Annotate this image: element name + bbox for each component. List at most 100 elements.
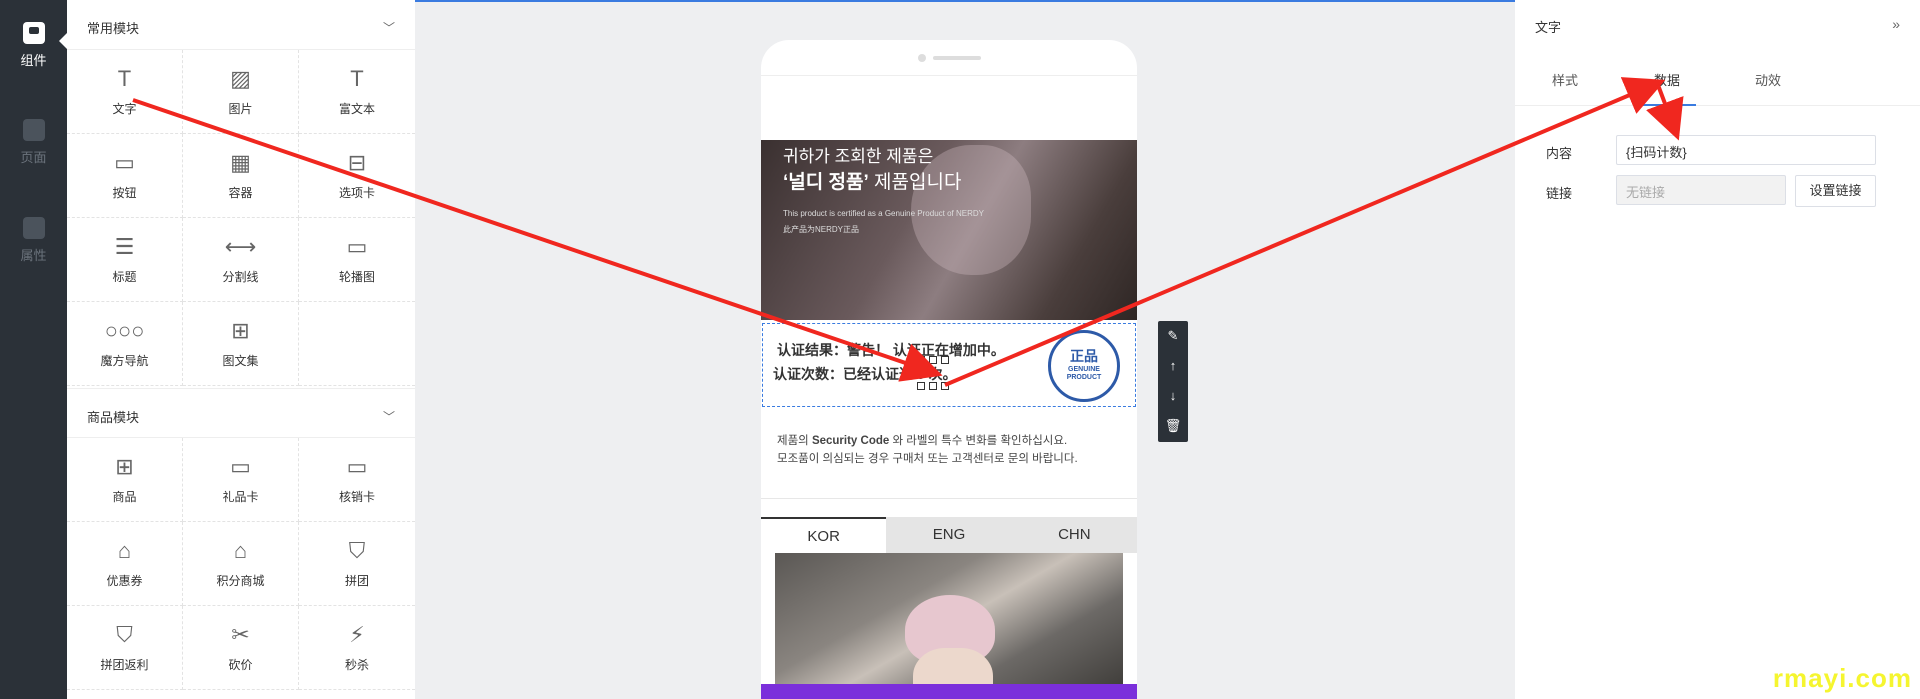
nav-active-pointer <box>59 33 67 49</box>
hero-line-3: This product is certified as a Genuine P… <box>783 209 984 218</box>
module-label: 按钮 <box>112 186 137 200</box>
goods-icon: ⊞ <box>115 454 134 479</box>
desc-line-1-pre: 제품의 <box>777 435 812 447</box>
resize-handle[interactable] <box>941 382 949 390</box>
module-item[interactable]: ⊟ 选项卡 <box>299 134 415 218</box>
cube-nav-icon: ○○○ <box>104 318 145 343</box>
module-item[interactable]: ⛉ 拼团返利 <box>67 606 183 690</box>
desc-line-2: 모조품이 의심되는 경우 구매처 또는 고객센터로 문의 바랍니다. <box>777 453 1078 465</box>
tab-style[interactable]: 样式 <box>1552 70 1578 89</box>
active-tab-underline <box>1636 104 1696 106</box>
module-item[interactable]: ⚡ 秒杀 <box>299 606 415 690</box>
module-label: 魔方导航 <box>100 354 149 368</box>
model-photo <box>775 553 1123 699</box>
result-line-2: 认证次数：已经认证过 0 次。 <box>773 366 957 382</box>
module-item[interactable]: ⊞ 商品 <box>67 438 183 522</box>
flash-sale-icon: ⚡ <box>349 622 365 647</box>
module-label: 轮播图 <box>338 270 375 284</box>
tab-chn[interactable]: CHN <box>1011 517 1137 553</box>
module-label: 礼品卡 <box>222 490 259 504</box>
tab-kor[interactable]: KOR <box>761 517 887 553</box>
verify-card-icon: ▭ <box>346 454 368 479</box>
section-header-common[interactable]: 常用模块 ﹀ <box>67 0 415 50</box>
module-item[interactable]: ⟷ 分割线 <box>183 218 299 302</box>
desc-line-1-post: 와 라벨의 특수 변화를 확인하십시요. <box>889 435 1068 447</box>
resize-handle[interactable] <box>941 356 949 364</box>
hero-banner[interactable]: 귀하가 조회한 제품은 ‘널디 정품’ 제품입니다 This product i… <box>761 140 1137 320</box>
desc-line-1-bold: Security Code <box>811 435 890 447</box>
section-header-goods[interactable]: 商品模块 ﹀ <box>67 388 415 438</box>
resize-handle[interactable] <box>929 356 937 364</box>
module-item[interactable]: ⊞ 图文集 <box>183 302 299 386</box>
resize-handle[interactable] <box>917 382 925 390</box>
module-item[interactable]: T 文字 <box>67 50 183 134</box>
module-item[interactable]: T 富文本 <box>299 50 415 134</box>
phone-preview: 귀하가 조회한 제품은 ‘널디 정품’ 제품입니다 This product i… <box>761 40 1137 699</box>
module-item[interactable]: ☰ 标题 <box>67 218 183 302</box>
seal-sub-2: PRODUCT <box>1066 374 1102 381</box>
module-label: 富文本 <box>338 102 375 116</box>
tab-animation[interactable]: 动效 <box>1755 70 1781 89</box>
desc-line-1: 제품의 Security Code 와 라벨의 특수 변화를 확인하십시요. <box>777 432 1122 450</box>
delete-icon[interactable]: 🗑 <box>1158 411 1188 441</box>
group-buy-icon: ⛉ <box>348 538 366 563</box>
link-input[interactable]: 无链接 <box>1616 175 1786 205</box>
module-item[interactable]: ▭ 轮播图 <box>299 218 415 302</box>
module-item[interactable]: ⛉ 拼团 <box>299 522 415 606</box>
hero-line-2-bold: ‘널디 정품’ <box>783 172 869 193</box>
tab-data[interactable]: 数据 <box>1654 70 1680 89</box>
nav-item-properties[interactable]: 属性 <box>0 195 67 265</box>
move-down-icon[interactable]: ↓ <box>1158 381 1188 411</box>
module-item[interactable]: ▭ 按钮 <box>67 134 183 218</box>
tab-icon: ⊟ <box>347 150 367 175</box>
common-module-grid: T 文字 ▨ 图片 T 富文本 ▭ 按钮 ▦ 容器 ⊟ 选项卡 ☰ 标题 ⟷ 分割线 ▭ 轮播图 ○○○ 魔方导航 ⊞ 图… <box>67 50 415 386</box>
content-input[interactable]: {扫码计数} <box>1616 135 1876 165</box>
hero-line-4: 此产品为NERDY正品 <box>783 225 860 234</box>
nav-item-label: 属性 <box>20 248 47 263</box>
image-icon: ▨ <box>230 66 251 91</box>
module-item[interactable]: ⌂ 优惠券 <box>67 522 183 606</box>
camera-dot <box>918 54 926 62</box>
page-icon <box>22 119 45 141</box>
module-label: 优惠券 <box>106 574 143 588</box>
module-label: 图片 <box>228 102 253 116</box>
divider-icon: ⟷ <box>224 234 257 259</box>
tab-eng[interactable]: ENG <box>886 517 1012 553</box>
title-icon: ☰ <box>114 234 135 259</box>
module-label: 积分商城 <box>216 574 265 588</box>
bargain-icon: ✂ <box>231 622 250 647</box>
watermark: rmayi.com <box>1772 663 1912 693</box>
set-link-button[interactable]: 设置链接 <box>1795 175 1876 207</box>
property-tabs: 样式 数据 动效 <box>1515 56 1920 106</box>
property-icon <box>22 217 45 239</box>
nav-item-components[interactable]: 组件 <box>0 0 67 70</box>
coupon-icon: ⌂ <box>117 538 132 563</box>
resize-handle[interactable] <box>929 382 937 390</box>
seal-main: 正品 <box>1070 348 1098 364</box>
module-item[interactable]: ✂ 砍价 <box>183 606 299 690</box>
module-item[interactable]: ▦ 容器 <box>183 134 299 218</box>
verification-result-block[interactable]: 认证结果：警告！ 认证正在增加中。 认证次数：已经认证过 0 次。 正品 GEN… <box>762 323 1136 407</box>
module-label: 核销卡 <box>338 490 375 504</box>
hero-line-2: ‘널디 정품’ 제품입니다 <box>783 167 961 194</box>
module-label: 容器 <box>228 186 253 200</box>
hero-line-2-rest: 제품입니다 <box>868 172 962 193</box>
speaker-bar <box>933 56 981 60</box>
module-label: 拼团 <box>344 574 369 588</box>
module-item[interactable]: ⌂ 积分商城 <box>183 522 299 606</box>
module-item[interactable]: ▭ 核销卡 <box>299 438 415 522</box>
nav-item-label: 组件 <box>20 53 47 68</box>
module-label: 砍价 <box>228 658 253 672</box>
chevron-down-icon: ﹀ <box>382 410 395 424</box>
nav-item-pages[interactable]: 页面 <box>0 97 67 167</box>
resize-handle[interactable] <box>917 356 925 364</box>
edit-icon[interactable]: ✎ <box>1158 321 1188 351</box>
collapse-icon[interactable]: » <box>1892 16 1900 32</box>
empty-cell <box>299 302 415 386</box>
module-item[interactable]: ○○○ 魔方导航 <box>67 302 183 386</box>
module-item[interactable]: ▭ 礼品卡 <box>183 438 299 522</box>
link-label: 链接 <box>1546 186 1573 201</box>
move-up-icon[interactable]: ↑ <box>1158 351 1188 381</box>
module-item[interactable]: ▨ 图片 <box>183 50 299 134</box>
gallery-icon: ⊞ <box>231 318 250 343</box>
